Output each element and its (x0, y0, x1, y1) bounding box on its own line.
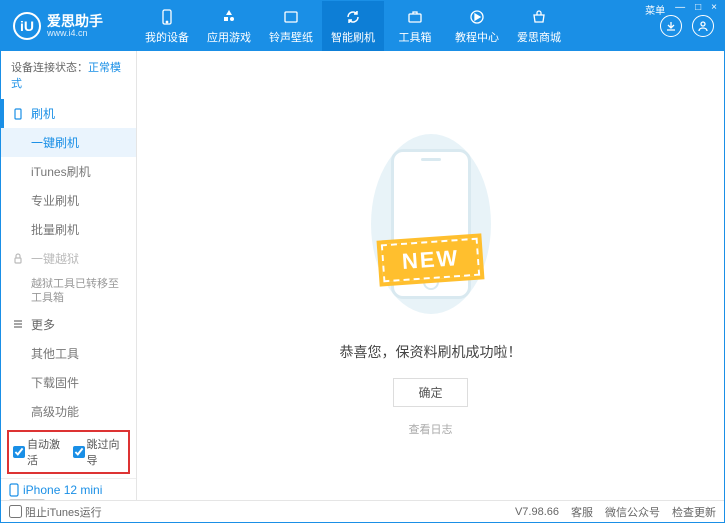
menu-icon[interactable]: 菜单 (643, 2, 667, 17)
view-log-link[interactable]: 查看日志 (409, 421, 453, 437)
lock-icon (11, 253, 25, 265)
ok-button[interactable]: 确定 (393, 378, 467, 407)
refresh-icon (344, 8, 362, 26)
toolbox-icon (406, 8, 424, 26)
nav-label: 智能刷机 (331, 29, 375, 45)
version-label: V7.98.66 (515, 506, 559, 518)
nav-my-device[interactable]: 我的设备 (136, 1, 198, 51)
auto-activate-checkbox[interactable]: 自动激活 (13, 436, 65, 468)
nav-label: 铃声壁纸 (269, 29, 313, 45)
check-update-link[interactable]: 检查更新 (672, 504, 716, 520)
sidebar: 设备连接状态：正常模式 刷机 一键刷机 iTunes刷机 专业刷机 批量刷机 一… (1, 51, 137, 500)
nav-label: 工具箱 (399, 29, 432, 45)
device-panel[interactable]: iPhone 12 mini 64GB Down-12mini-13,1 (1, 478, 136, 500)
phone-icon (11, 108, 25, 120)
new-banner: NEW (381, 238, 481, 283)
section-label: 刷机 (31, 105, 55, 122)
section-label: 一键越狱 (31, 250, 79, 267)
sidebar-item-download-firmware[interactable]: 下载固件 (1, 368, 136, 397)
status-label: 设备连接状态： (11, 62, 88, 74)
connection-status: 设备连接状态：正常模式 (1, 51, 136, 99)
app-logo: iU 爱思助手 www.i4.cn (1, 12, 136, 40)
logo-icon: iU (13, 12, 41, 40)
sidebar-item-pro-flash[interactable]: 专业刷机 (1, 186, 136, 215)
success-message: 恭喜您，保资料刷机成功啦！ (340, 342, 522, 362)
options-row: 自动激活 跳过向导 (7, 430, 130, 474)
titlebar: iU 爱思助手 www.i4.cn 我的设备 应用游戏 铃声壁纸 智能刷机 工具… (1, 1, 724, 51)
nav-label: 爱思商城 (517, 29, 561, 45)
block-itunes-checkbox[interactable]: 阻止iTunes运行 (9, 504, 102, 520)
app-site: www.i4.cn (47, 28, 103, 38)
nav-tutorials[interactable]: 教程中心 (446, 1, 508, 51)
top-nav: 我的设备 应用游戏 铃声壁纸 智能刷机 工具箱 教程中心 爱思商城 (136, 1, 660, 51)
nav-label: 应用游戏 (207, 29, 251, 45)
sidebar-item-batch-flash[interactable]: 批量刷机 (1, 215, 136, 244)
wechat-link[interactable]: 微信公众号 (605, 504, 660, 520)
section-jailbreak[interactable]: 一键越狱 (1, 244, 136, 273)
maximize-button[interactable]: □ (693, 2, 703, 17)
jailbreak-note: 越狱工具已转移至工具箱 (1, 273, 136, 310)
app-name: 爱思助手 (47, 14, 103, 28)
sidebar-item-itunes-flash[interactable]: iTunes刷机 (1, 157, 136, 186)
nav-label: 教程中心 (455, 29, 499, 45)
device-storage: 64GB (9, 499, 45, 500)
skip-guide-checkbox[interactable]: 跳过向导 (73, 436, 125, 468)
download-button[interactable] (660, 15, 682, 37)
window-controls: 菜单 — □ × (643, 2, 719, 17)
apps-icon (220, 8, 238, 26)
phone-icon (158, 8, 176, 26)
main-content: NEW 恭喜您，保资料刷机成功啦！ 确定 查看日志 (137, 51, 724, 500)
customer-service-link[interactable]: 客服 (571, 504, 593, 520)
sidebar-item-other-tools[interactable]: 其他工具 (1, 339, 136, 368)
sidebar-item-oneclick-flash[interactable]: 一键刷机 (1, 128, 136, 157)
section-label: 更多 (31, 316, 55, 333)
store-icon (530, 8, 548, 26)
sidebar-item-advanced[interactable]: 高级功能 (1, 397, 136, 426)
user-button[interactable] (692, 15, 714, 37)
nav-store[interactable]: 爱思商城 (508, 1, 570, 51)
footer: 阻止iTunes运行 V7.98.66 客服 微信公众号 检查更新 (1, 500, 724, 522)
close-button[interactable]: × (709, 2, 719, 17)
list-icon (11, 318, 25, 330)
minimize-button[interactable]: — (673, 2, 687, 17)
section-more[interactable]: 更多 (1, 310, 136, 339)
success-illustration: NEW (356, 114, 506, 334)
titlebar-right (660, 15, 724, 37)
nav-flash[interactable]: 智能刷机 (322, 1, 384, 51)
phone-icon (9, 483, 19, 497)
nav-apps[interactable]: 应用游戏 (198, 1, 260, 51)
nav-toolbox[interactable]: 工具箱 (384, 1, 446, 51)
device-name: iPhone 12 mini (9, 483, 128, 497)
nav-label: 我的设备 (145, 29, 189, 45)
nav-ringtones[interactable]: 铃声壁纸 (260, 1, 322, 51)
section-flash[interactable]: 刷机 (1, 99, 136, 128)
wallpaper-icon (282, 8, 300, 26)
tutorial-icon (468, 8, 486, 26)
